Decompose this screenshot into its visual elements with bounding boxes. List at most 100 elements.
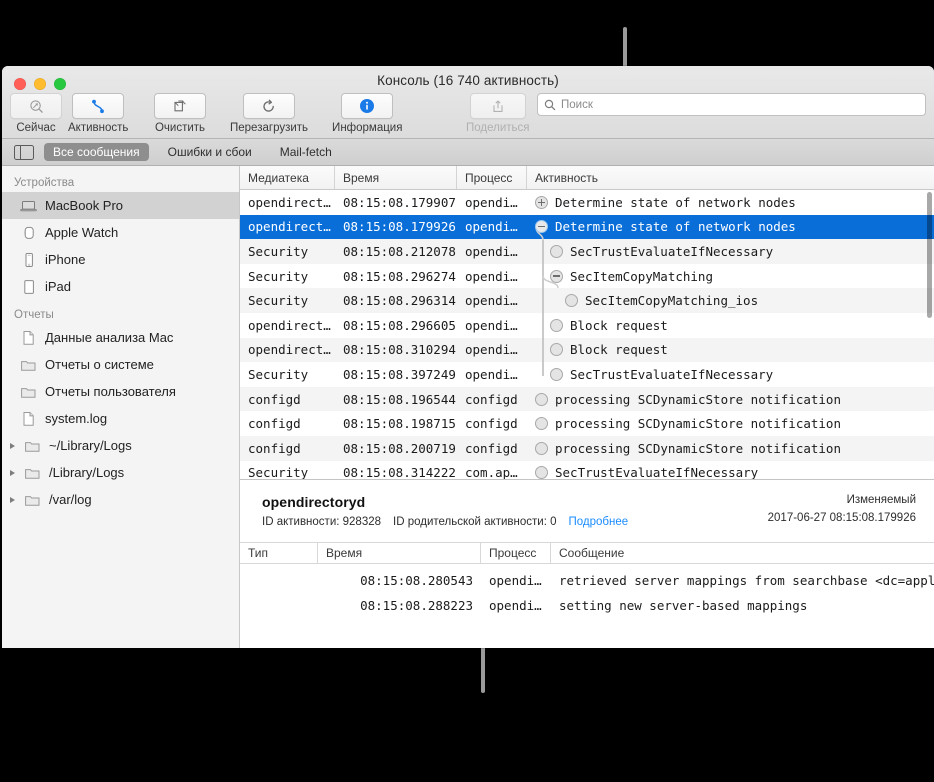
sidebar-item-iphone[interactable]: iPhone [2, 246, 239, 273]
segment-mail-fetch[interactable]: Mail-fetch [271, 143, 341, 161]
now-button[interactable] [10, 93, 62, 119]
table-row[interactable]: Security 08:15:08.296274 opendi… SecItem… [240, 264, 934, 289]
detail-column-header-process[interactable]: Процесс [481, 543, 551, 563]
info-label: Информация [332, 122, 403, 134]
leaf-node-icon [550, 318, 563, 332]
leaf-node-icon [565, 294, 578, 308]
column-header-process[interactable]: Процесс [457, 166, 527, 189]
detail-column-header-time[interactable]: Время [318, 543, 481, 563]
sidebar-item-library-logs[interactable]: /Library/Logs [2, 459, 239, 486]
toolbar-item-activity[interactable]: Активность [68, 93, 128, 134]
reload-icon [261, 98, 278, 115]
collapse-node-icon[interactable] [535, 220, 548, 234]
sidebar-item-label: /Library/Logs [49, 465, 125, 480]
reload-button[interactable] [243, 93, 296, 119]
toolbar-item-info[interactable]: Информация [332, 93, 402, 134]
table-row[interactable]: configd 08:15:08.196544 configd processi… [240, 386, 934, 412]
sidebar-toggle-icon[interactable] [14, 144, 34, 160]
cell-library: Security [248, 465, 309, 479]
cell-activity: Block request [527, 318, 934, 333]
toolbar-item-clear[interactable]: Очистить [154, 93, 206, 134]
toolbar-item-now[interactable]: Сейчас [10, 93, 62, 134]
sidebar-item-macbook-pro[interactable]: MacBook Pro [2, 192, 239, 219]
activity-button[interactable] [72, 93, 125, 119]
sidebar-item-apple-watch[interactable]: Apple Watch [2, 219, 239, 246]
sidebar-item-var-log[interactable]: /var/log [2, 486, 239, 513]
table-row[interactable]: configd 08:15:08.200719 configd processi… [240, 435, 934, 461]
chevron-right-icon[interactable] [10, 469, 15, 476]
collapse-node-icon[interactable] [550, 269, 563, 283]
table-row[interactable]: Security 08:15:08.314222 com.ap… SecTrus… [240, 461, 934, 479]
info-button[interactable] [341, 93, 394, 119]
detail-column-header-type[interactable]: Тип [240, 543, 318, 563]
cell-process: configd [465, 391, 518, 407]
toolbar: Сейчас Активность Очистить Перезагрузить… [2, 92, 934, 138]
chevron-right-icon[interactable] [10, 496, 15, 503]
search-field-extension[interactable] [627, 93, 926, 116]
detail-column-header-message[interactable]: Сообщение [551, 543, 934, 563]
table-row[interactable]: Security 08:15:08.296314 opendi… SecItem… [240, 288, 934, 313]
search-input[interactable]: Поиск [537, 93, 637, 116]
cell-library: configd [248, 440, 301, 456]
chevron-right-icon[interactable] [10, 442, 15, 449]
segment-errors-and-faults[interactable]: Ошибки и сбои [159, 143, 261, 161]
log-table-body[interactable]: opendirect… 08:15:08.179907 opendi… Dete… [240, 190, 934, 479]
search-icon [544, 99, 556, 111]
sidebar-item-system-log[interactable]: system.log [2, 405, 239, 432]
detail-cell-message: retrieved server mappings from searchbas… [559, 573, 934, 588]
cell-library: Security [248, 293, 309, 309]
cell-process: opendi… [465, 317, 518, 333]
cell-library: configd [248, 416, 301, 432]
table-row[interactable]: opendirect… 08:15:08.179926 opendi… Dete… [240, 214, 934, 240]
table-row[interactable]: opendirect… 08:15:08.179907 opendi… Dete… [240, 190, 934, 215]
cell-time: 08:15:08.200719 [343, 440, 456, 456]
table-row[interactable]: Security 08:15:08.212078 opendi… SecTrus… [240, 239, 934, 264]
console-window: Консоль (16 740 активность) Сейчас Актив… [2, 66, 934, 648]
sidebar-item-user-reports[interactable]: Отчеты пользователя [2, 378, 239, 405]
share-button[interactable] [469, 93, 526, 119]
sidebar-item-label: Apple Watch [45, 225, 119, 240]
cell-library: Security [248, 366, 309, 382]
iphone-icon [20, 251, 37, 268]
detail-table-row[interactable]: 08:15:08.288223 opendi… setting new serv… [240, 593, 934, 618]
table-row[interactable]: opendirect… 08:15:08.310294 opendi… Bloc… [240, 337, 934, 363]
activity-text: SecTrustEvaluateIfNecessary [570, 366, 774, 382]
column-header-time[interactable]: Время [335, 166, 457, 189]
info-icon [359, 98, 376, 115]
activity-text: Block request [570, 317, 668, 333]
folder-icon [24, 464, 41, 481]
folder-icon [20, 383, 37, 400]
leaf-node-icon [535, 441, 548, 455]
sidebar-item-user-library-logs[interactable]: ~/Library/Logs [2, 432, 239, 459]
table-row[interactable]: Security 08:15:08.397249 opendi… SecTrus… [240, 362, 934, 387]
table-row[interactable]: opendirect… 08:15:08.296605 opendi… Bloc… [240, 313, 934, 338]
sidebar-item-system-reports[interactable]: Отчеты о системе [2, 351, 239, 378]
toolbar-item-reload[interactable]: Перезагрузить [230, 93, 308, 134]
title-bar: Консоль (16 740 активность) Сейчас Актив… [2, 66, 934, 139]
cell-library: opendirect… [248, 194, 331, 210]
more-details-link[interactable]: Подробнее [569, 516, 629, 528]
cell-activity: SecItemCopyMatching [527, 269, 934, 284]
ipad-icon [20, 278, 37, 295]
segment-all-messages[interactable]: Все сообщения [44, 143, 149, 161]
column-header-library[interactable]: Медиатека [240, 166, 335, 189]
cell-activity: Determine state of network nodes [527, 195, 934, 210]
cell-process: opendi… [465, 219, 518, 235]
detail-cell-process: opendi… [489, 598, 542, 613]
column-header-activity[interactable]: Активность [527, 166, 934, 189]
log-table-header: Медиатека Время Процесс Активность [240, 166, 934, 190]
share-label: Поделиться [466, 122, 530, 134]
detail-table-row[interactable]: 08:15:08.280543 opendi… retrieved server… [240, 568, 934, 593]
log-scrollbar-thumb[interactable] [927, 192, 932, 318]
detail-cell-time: 08:15:08.280543 [360, 573, 473, 588]
detail-table-header: Тип Время Процесс Сообщение [240, 542, 934, 564]
sidebar-item-mac-analytics-data[interactable]: Данные анализа Mac [2, 324, 239, 351]
watch-icon [20, 224, 37, 241]
clear-button[interactable] [154, 93, 206, 119]
cell-process: configd [465, 440, 518, 456]
expand-node-icon[interactable] [535, 195, 548, 209]
cell-time: 08:15:08.296314 [343, 293, 456, 309]
table-row[interactable]: configd 08:15:08.198715 configd processi… [240, 411, 934, 436]
toolbar-item-share[interactable]: Поделиться [466, 93, 530, 134]
sidebar-item-ipad[interactable]: iPad [2, 273, 239, 300]
